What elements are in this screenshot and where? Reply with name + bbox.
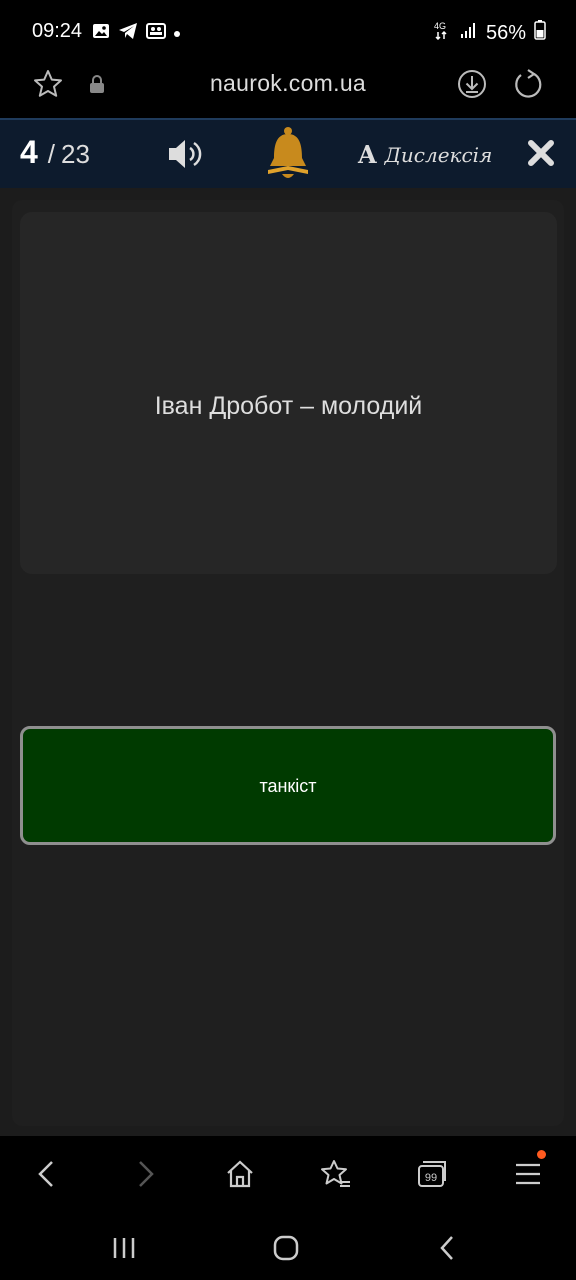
url-bar[interactable]: naurok.com.ua (0, 70, 576, 97)
total-questions: 23 (61, 139, 90, 169)
question-card: Іван Дробот – молодий (20, 212, 557, 574)
teams-icon (146, 23, 166, 44)
back-icon[interactable] (26, 1154, 66, 1194)
telegram-icon (118, 22, 138, 45)
download-icon[interactable] (456, 68, 488, 105)
close-icon[interactable] (526, 138, 556, 173)
tabs-icon[interactable]: 99 (412, 1154, 452, 1194)
bell-icon[interactable] (266, 126, 310, 187)
battery-icon (534, 20, 546, 46)
system-back-icon[interactable] (428, 1230, 468, 1266)
answer-label: танкіст (259, 776, 317, 796)
signal-icon (460, 21, 478, 45)
menu-notification-dot (537, 1150, 546, 1159)
quiz-header: 4 / 23 A Дислексія (0, 118, 576, 188)
status-system-icons: 4G 56% (434, 20, 546, 46)
home-circle-icon[interactable] (266, 1230, 306, 1266)
tabs-count: 99 (425, 1172, 437, 1184)
more-notifications-dot (174, 30, 180, 37)
question-counter: 4 / 23 (20, 134, 90, 171)
svg-text:4G: 4G (434, 21, 446, 31)
status-time: 09:24 (32, 20, 83, 42)
status-notification-icons (92, 22, 180, 45)
bookmarks-icon[interactable] (316, 1154, 356, 1194)
speaker-icon[interactable] (166, 136, 206, 177)
browser-toolbar: naurok.com.ua (0, 62, 576, 118)
recents-icon[interactable] (104, 1230, 144, 1266)
battery-text: 56% (485, 21, 526, 44)
reload-icon[interactable] (512, 68, 544, 105)
home-icon[interactable] (220, 1154, 260, 1194)
answer-option-selected[interactable]: танкіст (20, 726, 556, 845)
dyslexia-toggle[interactable]: A Дислексія (358, 140, 492, 169)
gallery-icon (92, 23, 110, 44)
question-text: Іван Дробот – молодий (154, 392, 423, 420)
counter-separator: / (47, 139, 56, 169)
system-nav-bar (0, 1212, 576, 1280)
dyslexia-label: Дислексія (384, 142, 493, 167)
forward-icon[interactable] (126, 1154, 166, 1194)
dyslexia-letter: A (358, 140, 377, 169)
current-question-number: 4 (20, 134, 38, 170)
browser-bottom-nav: 99 (0, 1136, 576, 1212)
menu-icon[interactable] (508, 1150, 548, 1194)
network-4g-icon: 4G (434, 20, 452, 46)
status-bar: 09:24 4G 56% (0, 0, 576, 62)
